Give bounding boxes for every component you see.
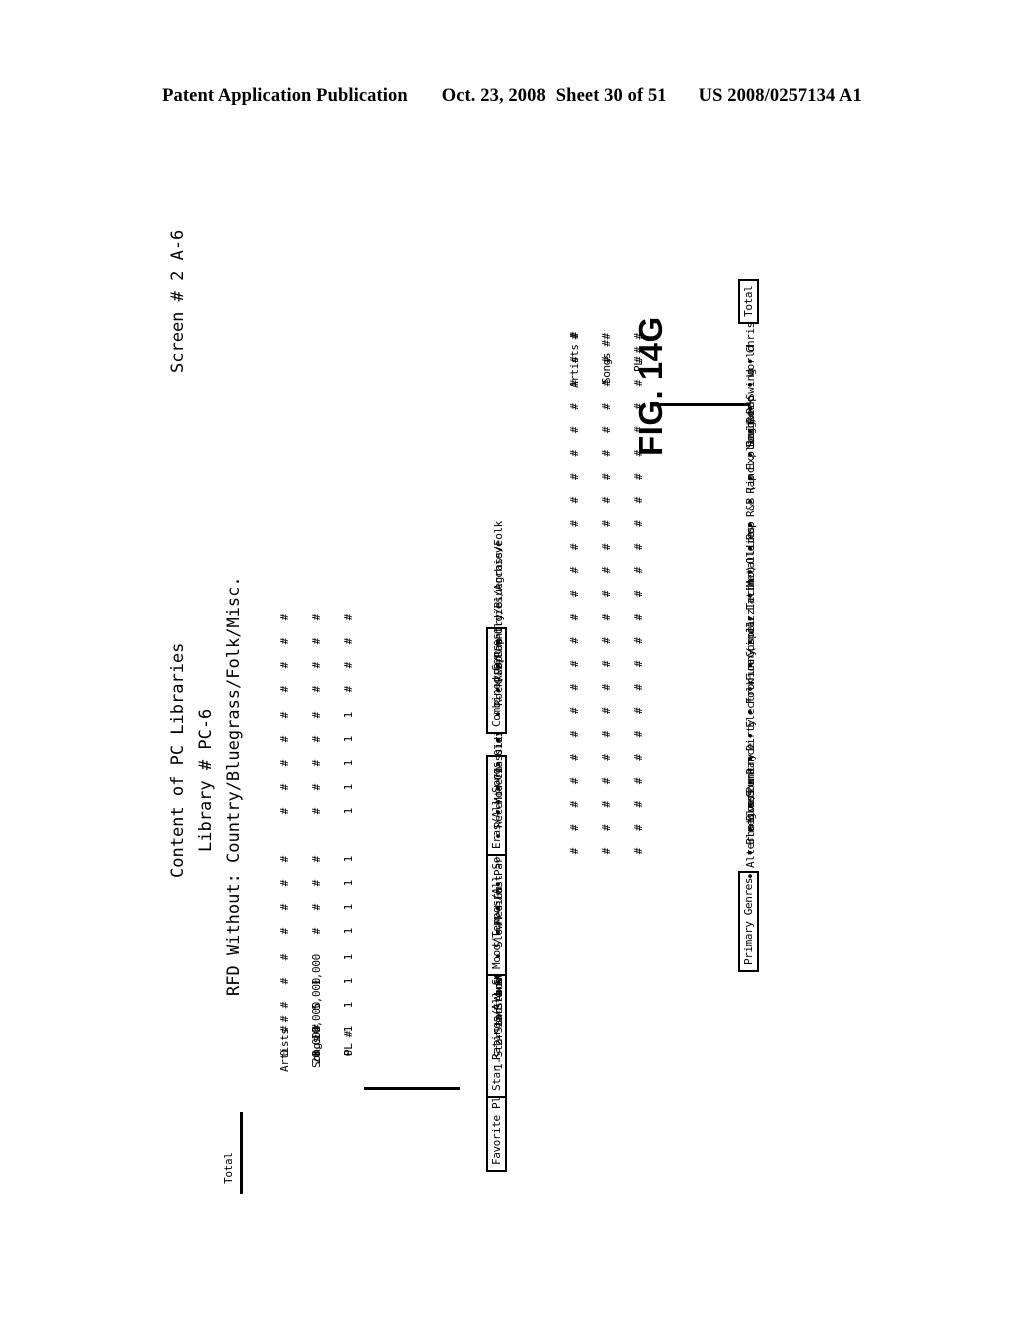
row-bullet: • bbox=[492, 808, 507, 816]
cell-pl: 1 bbox=[342, 784, 355, 791]
cell-artists: # bbox=[278, 1002, 291, 1009]
cell-pl: 1 bbox=[342, 928, 355, 935]
cell-songs: # bbox=[310, 614, 323, 621]
cell-pl: 1 bbox=[342, 1026, 355, 1033]
row-bullet: • bbox=[492, 928, 507, 936]
cell-pl: 1 bbox=[342, 760, 355, 767]
cell-songs: # bbox=[600, 333, 613, 340]
row-bullet: • bbox=[744, 778, 759, 787]
row-bullet: • bbox=[744, 801, 759, 810]
left-panel-total-header: Total bbox=[222, 1152, 235, 1184]
right-panel-total-box: Total bbox=[738, 278, 759, 324]
row-bullet: • bbox=[744, 638, 759, 646]
cell-artists: # bbox=[278, 880, 291, 887]
row-bullet: • bbox=[744, 450, 759, 459]
row-bullet: • bbox=[492, 880, 507, 888]
row-bullet: • bbox=[744, 755, 759, 763]
rfd-without-label: RFD Without: Country/Bluegrass/Folk/Misc… bbox=[224, 576, 244, 996]
left-panel-header-rule bbox=[240, 1112, 243, 1194]
row-bullet: • bbox=[744, 474, 759, 483]
row-bullet: • bbox=[744, 521, 759, 529]
cell-artists: # bbox=[278, 686, 291, 693]
row-bullet: • bbox=[744, 404, 759, 412]
row-bullet: • bbox=[744, 427, 759, 436]
row-bullet: • bbox=[492, 710, 507, 718]
row-bullet: • bbox=[744, 497, 759, 506]
right-columns-rule bbox=[654, 403, 750, 406]
cell-artists: # bbox=[568, 333, 581, 340]
cell-artists: # bbox=[278, 614, 291, 621]
cell-pl: 1 bbox=[342, 880, 355, 887]
row-bullet: • bbox=[492, 904, 507, 912]
cell-artists: # bbox=[278, 784, 291, 791]
cell-pl: 1 bbox=[342, 808, 355, 815]
left-columns-rule bbox=[364, 1087, 460, 1090]
cell-pl: 1 bbox=[342, 856, 355, 863]
library-subtitle: Library # PC-6 bbox=[196, 708, 216, 852]
cell-pl: # bbox=[342, 686, 355, 693]
row-bullet: • bbox=[744, 708, 759, 717]
row-bullet: • bbox=[744, 731, 759, 740]
row-bullet: • bbox=[492, 760, 507, 768]
row-bullet: • bbox=[492, 662, 507, 670]
cell-artists: # bbox=[278, 954, 291, 961]
row-label: Oldies/Archieve bbox=[492, 540, 505, 634]
cell-artists: # bbox=[278, 638, 291, 645]
cell-pl: 1 bbox=[342, 954, 355, 961]
cell-artists: # bbox=[278, 856, 291, 863]
cell-pl: 1 bbox=[342, 1002, 355, 1009]
row-bullet: • bbox=[492, 832, 507, 840]
row-bullet: • bbox=[492, 638, 507, 646]
cell-pl: 1 bbox=[342, 736, 355, 743]
cell-pl: # bbox=[342, 638, 355, 645]
cell-artists: # bbox=[278, 760, 291, 767]
figure-canvas: Content of PC Libraries Library # PC-6 R… bbox=[162, 88, 862, 1208]
screen-id-label: Screen # 2 A-6 bbox=[168, 229, 188, 373]
cell-artists: # bbox=[278, 808, 291, 815]
row-bullet: • bbox=[492, 784, 507, 792]
row-bullet: • bbox=[492, 952, 507, 960]
row-bullet: • bbox=[744, 567, 759, 576]
row-bullet: • bbox=[492, 736, 507, 744]
cell-artists: # bbox=[278, 662, 291, 669]
cell-songs: # bbox=[310, 856, 323, 863]
figure-title: Content of PC Libraries bbox=[168, 642, 188, 878]
row-bullet: • bbox=[744, 661, 759, 670]
figure-area: Content of PC Libraries Library # PC-6 R… bbox=[0, 0, 1024, 1320]
cell-artists: 0 bbox=[278, 1050, 291, 1057]
row-bullet: • bbox=[744, 825, 759, 834]
cell-artists: # bbox=[278, 928, 291, 935]
row-bullet: • bbox=[744, 614, 759, 623]
row-bullet: • bbox=[744, 684, 759, 693]
row-bullet: • bbox=[492, 686, 507, 694]
cell-artists: # bbox=[278, 1026, 291, 1033]
cell-artists: # bbox=[278, 712, 291, 719]
cell-pl: # bbox=[342, 662, 355, 669]
row-bullet: • bbox=[744, 848, 759, 857]
cell-pl: 0 bbox=[342, 1050, 355, 1057]
cell-artists: # bbox=[278, 904, 291, 911]
cell-pl: 1 bbox=[342, 904, 355, 911]
cell-artists: # bbox=[278, 978, 291, 985]
row-bullet: • bbox=[744, 357, 759, 366]
row-bullet: • bbox=[744, 380, 759, 389]
row-bullet: • bbox=[744, 591, 759, 600]
cell-pl: 1 bbox=[342, 978, 355, 985]
group-heading-primary-genres: Primary Genres bbox=[738, 870, 759, 972]
cell-pl: # bbox=[342, 614, 355, 621]
cell-pl: 1 bbox=[342, 712, 355, 719]
cell-pl: # bbox=[632, 333, 645, 340]
row-bullet: • bbox=[744, 872, 759, 880]
row-bullet: • bbox=[744, 544, 759, 553]
cell-artists: # bbox=[278, 736, 291, 743]
